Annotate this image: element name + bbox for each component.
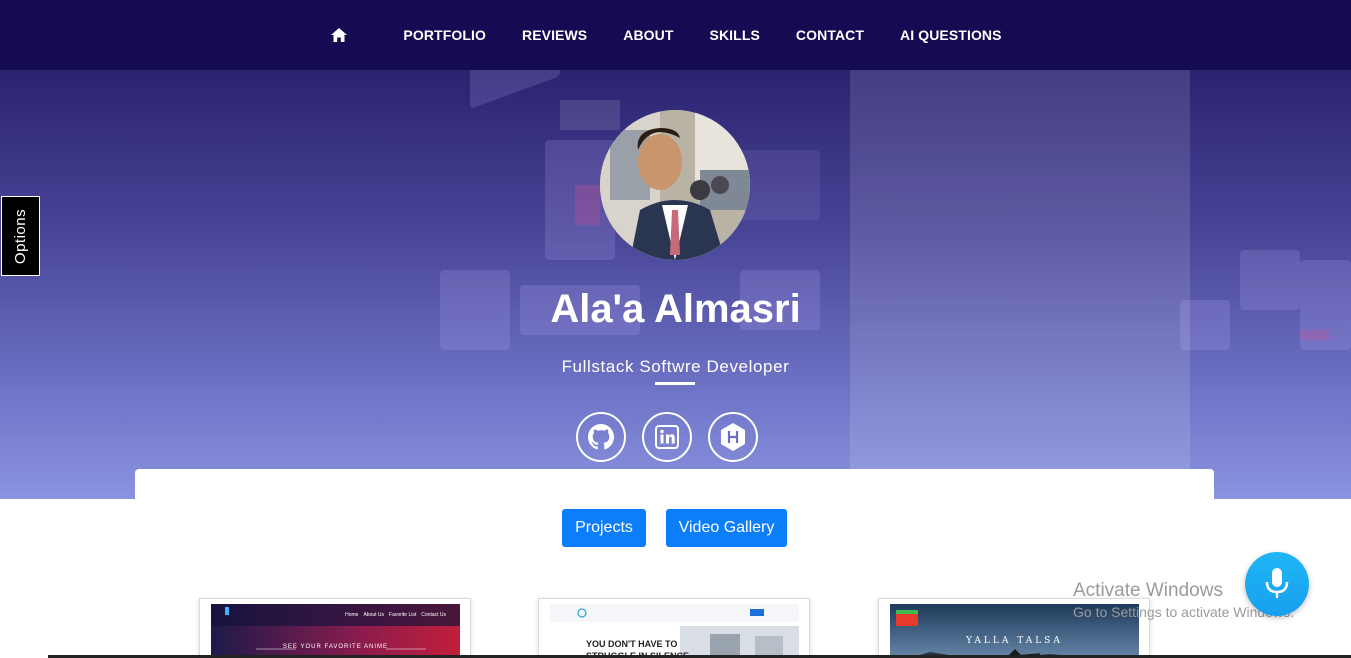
microphone-icon (1265, 568, 1289, 598)
nav-item-contact[interactable]: CONTACT (796, 27, 864, 43)
project-card-anime[interactable]: Home About Us Favorite List Contact Us S… (199, 598, 471, 658)
github-icon[interactable] (576, 412, 626, 462)
voice-assistant-button[interactable] (1245, 552, 1309, 616)
project-nav-contact: Contact Us (421, 612, 446, 618)
title-underline (655, 382, 695, 385)
project-nav-about: About Us (363, 612, 385, 618)
project-nav-links: Home About Us Favorite List Contact Us (345, 612, 446, 618)
projects-button[interactable]: Projects (562, 509, 646, 547)
nav-item-reviews[interactable]: REVIEWS (522, 27, 587, 43)
nav-item-ai-questions[interactable]: AI QUESTIONS (900, 27, 1002, 43)
profile-name: Ala'a Almasri (550, 287, 801, 331)
project-headline-line1: YOU DON'T HAVE TO (586, 639, 678, 649)
options-tab[interactable]: Options (1, 196, 40, 276)
hackerrank-icon[interactable] (708, 412, 758, 462)
home-icon[interactable] (331, 26, 349, 44)
nav-item-portfolio[interactable]: PORTFOLIO (403, 27, 486, 43)
linkedin-icon[interactable] (642, 412, 692, 462)
social-links (576, 412, 758, 462)
project-nav-home: Home (345, 612, 359, 618)
nav-item-about[interactable]: ABOUT (623, 27, 673, 43)
project-screenshot: Home About Us Favorite List Contact Us S… (211, 604, 460, 658)
project-nav-favorite: Favorite List (389, 612, 417, 618)
project-headline: YALLA TALSA (966, 636, 1063, 646)
nav-links: PORTFOLIO REVIEWS ABOUT SKILLS CONTACT A… (331, 26, 1019, 44)
project-screenshot: YOU DON'T HAVE TO STRUGGLE IN SILENCE (550, 604, 799, 658)
options-label: Options (12, 208, 30, 264)
profile-title: Fullstack Softwre Developer (561, 357, 790, 376)
project-tagline: SEE YOUR FAVORITE ANIME (282, 644, 389, 650)
hero-section: Ala'a Almasri Fullstack Softwre Develope… (0, 70, 1351, 499)
profile-avatar (600, 110, 750, 260)
nav-item-skills[interactable]: SKILLS (710, 27, 760, 43)
video-gallery-button[interactable]: Video Gallery (666, 509, 787, 547)
top-navbar: PORTFOLIO REVIEWS ABOUT SKILLS CONTACT A… (0, 0, 1351, 70)
project-card-wellness[interactable]: YOU DON'T HAVE TO STRUGGLE IN SILENCE (538, 598, 810, 658)
